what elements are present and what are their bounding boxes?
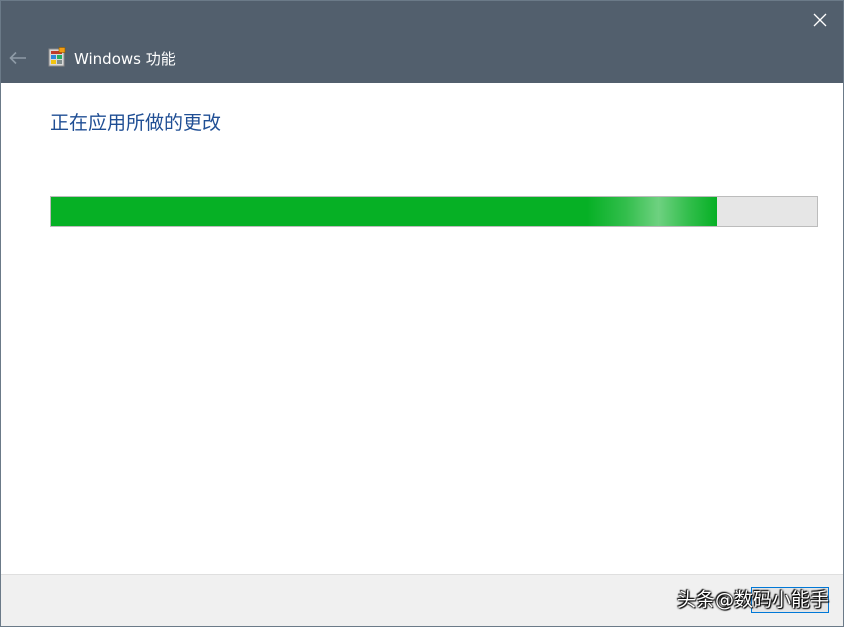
- status-heading: 正在应用所做的更改: [50, 112, 222, 134]
- window-title: Windows 功能: [74, 50, 176, 68]
- back-button[interactable]: [7, 47, 29, 69]
- dialog-footer: 头条@数码小能手: [1, 574, 843, 626]
- windows-features-icon: [48, 47, 66, 67]
- cancel-button[interactable]: [751, 587, 829, 613]
- close-icon: [813, 13, 827, 27]
- progress-shine: [587, 197, 718, 226]
- close-button[interactable]: [807, 7, 833, 33]
- back-arrow-icon: [9, 51, 26, 65]
- windows-features-dialog: Windows 功能 正在应用所做的更改 头条@数码小能手: [0, 0, 844, 627]
- progress-bar: [50, 196, 818, 227]
- progress-bar-fill: [51, 197, 718, 226]
- title-bar: Windows 功能: [1, 1, 843, 83]
